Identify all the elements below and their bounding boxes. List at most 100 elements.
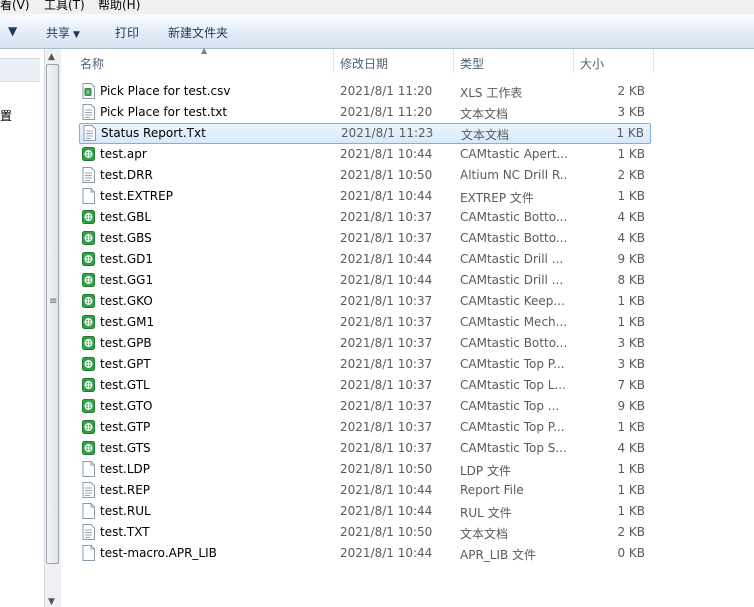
- file-date: 2021/8/1 10:37: [340, 420, 433, 434]
- file-size: 1 KB: [617, 483, 645, 497]
- share-button[interactable]: 共享 ▼: [46, 24, 80, 41]
- camtastic-icon: [82, 146, 95, 162]
- file-row[interactable]: test.GTL 2021/8/1 10:37 CAMtastic Top L...…: [79, 375, 651, 396]
- file-date: 2021/8/1 10:37: [340, 399, 433, 413]
- file-row[interactable]: test.GBL 2021/8/1 10:37 CAMtastic Botto...…: [79, 207, 651, 228]
- file-size: 4 KB: [617, 210, 645, 224]
- file-date: 2021/8/1 10:44: [340, 483, 433, 497]
- scrollbar-thumb[interactable]: ≡: [46, 64, 59, 564]
- file-name: Pick Place for test.txt: [100, 105, 228, 119]
- file-date: 2021/8/1 10:50: [340, 168, 433, 182]
- file-name: test.GTO: [100, 399, 153, 413]
- camtastic-icon: [82, 314, 95, 330]
- file-type: CAMtastic Top P...: [460, 420, 565, 434]
- menu-help[interactable]: 帮助(H): [98, 0, 140, 13]
- file-type: 文本文档: [460, 107, 509, 121]
- navigation-pane: 置: [0, 49, 44, 607]
- file-name: Status Report.Txt: [101, 126, 206, 140]
- file-row[interactable]: Status Report.Txt 2021/8/1 11:23 文本文档 1 KB: [79, 123, 651, 144]
- file-size: 9 KB: [617, 252, 645, 266]
- file-size: 3 KB: [617, 105, 645, 119]
- file-size: 9 KB: [617, 399, 645, 413]
- file-row[interactable]: test.GTP 2021/8/1 10:37 CAMtastic Top P...…: [79, 417, 651, 438]
- file-size: 1 KB: [617, 294, 645, 308]
- file-name: Pick Place for test.csv: [100, 84, 231, 98]
- column-divider[interactable]: [453, 49, 454, 73]
- file-type: 文本文档: [460, 527, 509, 541]
- file-name: test.GM1: [100, 315, 155, 329]
- file-type: CAMtastic Apert...: [460, 147, 568, 161]
- file-name: test.GBS: [100, 231, 152, 245]
- file-row[interactable]: test.TXT 2021/8/1 10:50 文本文档 2 KB: [79, 522, 651, 543]
- file-date: 2021/8/1 10:44: [340, 252, 433, 266]
- camtastic-icon: [82, 209, 95, 225]
- menu-bar: 看(V) 工具(T) 帮助(H): [0, 0, 754, 14]
- blank-file-icon: [82, 503, 95, 519]
- file-type: CAMtastic Botto...: [460, 231, 568, 245]
- organize-dropdown-arrow[interactable]: ▼: [8, 24, 17, 38]
- file-row[interactable]: X Pick Place for test.csv 2021/8/1 11:20 XL…: [79, 81, 651, 102]
- scroll-up-arrow-icon[interactable]: ▲: [48, 52, 55, 62]
- file-row[interactable]: test.GPB 2021/8/1 10:37 CAMtastic Botto...…: [79, 333, 651, 354]
- file-row[interactable]: test.GPT 2021/8/1 10:37 CAMtastic Top P...…: [79, 354, 651, 375]
- file-row[interactable]: test.RUL 2021/8/1 10:44 RUL 文件 1 KB: [79, 501, 651, 522]
- file-type: CAMtastic Botto...: [460, 210, 568, 224]
- column-date[interactable]: 修改日期: [340, 55, 388, 72]
- file-name: test.GBL: [100, 210, 152, 224]
- menu-tools[interactable]: 工具(T): [44, 0, 85, 13]
- menu-view[interactable]: 看(V): [0, 0, 30, 13]
- file-date: 2021/8/1 10:37: [340, 231, 433, 245]
- file-row[interactable]: test.GTO 2021/8/1 10:37 CAMtastic Top ... 9…: [79, 396, 651, 417]
- column-type[interactable]: 类型: [460, 55, 484, 72]
- column-divider[interactable]: [573, 49, 574, 73]
- file-name: test.RUL: [100, 504, 151, 518]
- nav-selected-item[interactable]: [0, 58, 40, 82]
- scroll-down-arrow-icon[interactable]: ▼: [48, 597, 55, 607]
- column-name[interactable]: 名称: [80, 55, 104, 72]
- file-size: 1 KB: [617, 462, 645, 476]
- file-row[interactable]: test.GG1 2021/8/1 10:44 CAMtastic Drill ..…: [79, 270, 651, 291]
- camtastic-icon: [82, 251, 95, 267]
- camtastic-icon: [82, 377, 95, 393]
- file-type: CAMtastic Top P...: [460, 357, 565, 371]
- text-file-icon: [82, 104, 95, 120]
- file-row[interactable]: test.GTS 2021/8/1 10:37 CAMtastic Top S...…: [79, 438, 651, 459]
- file-row[interactable]: test.DRR 2021/8/1 10:50 Altium NC Drill R.…: [79, 165, 651, 186]
- file-row[interactable]: test.REP 2021/8/1 10:44 Report File 1 KB: [79, 480, 651, 501]
- new-folder-button[interactable]: 新建文件夹: [168, 24, 228, 41]
- file-date: 2021/8/1 10:44: [340, 273, 433, 287]
- file-date: 2021/8/1 10:50: [340, 525, 433, 539]
- file-row[interactable]: test.GM1 2021/8/1 10:37 CAMtastic Mech... 1…: [79, 312, 651, 333]
- navigation-scrollbar[interactable]: ▲ ≡ ▼: [44, 49, 62, 607]
- file-row[interactable]: Pick Place for test.txt 2021/8/1 11:20 文本文…: [79, 102, 651, 123]
- camtastic-icon: [82, 440, 95, 456]
- column-divider[interactable]: [653, 49, 654, 73]
- file-name: test.GKO: [100, 294, 153, 308]
- file-row[interactable]: test-macro.APR_LIB 2021/8/1 10:44 APR_LIB …: [79, 543, 651, 564]
- camtastic-icon: [82, 398, 95, 414]
- file-date: 2021/8/1 11:23: [341, 126, 434, 140]
- file-row[interactable]: test.apr 2021/8/1 10:44 CAMtastic Apert...…: [79, 144, 651, 165]
- file-row[interactable]: test.EXTREP 2021/8/1 10:44 EXTREP 文件 1 KB: [79, 186, 651, 207]
- column-size[interactable]: 大小: [580, 55, 604, 72]
- file-date: 2021/8/1 10:37: [340, 336, 433, 350]
- file-size: 2 KB: [617, 525, 645, 539]
- column-divider[interactable]: [333, 49, 334, 73]
- nav-item-label[interactable]: 置: [0, 107, 12, 124]
- blank-file-icon: [82, 545, 95, 561]
- file-size: 1 KB: [616, 126, 644, 140]
- text-file-icon: [82, 524, 95, 540]
- file-row[interactable]: test.LDP 2021/8/1 10:50 LDP 文件 1 KB: [79, 459, 651, 480]
- file-size: 1 KB: [617, 189, 645, 203]
- file-date: 2021/8/1 11:20: [340, 84, 433, 98]
- file-row[interactable]: test.GKO 2021/8/1 10:37 CAMtastic Keep... 1…: [79, 291, 651, 312]
- file-row[interactable]: test.GBS 2021/8/1 10:37 CAMtastic Botto...…: [79, 228, 651, 249]
- print-button[interactable]: 打印: [115, 24, 139, 41]
- file-name: test.REP: [100, 483, 151, 497]
- file-type: CAMtastic Top L...: [460, 378, 566, 392]
- file-type: 文本文档: [461, 128, 510, 142]
- file-row[interactable]: test.GD1 2021/8/1 10:44 CAMtastic Drill ..…: [79, 249, 651, 270]
- blank-file-icon: [82, 188, 95, 204]
- file-size: 2 KB: [617, 84, 645, 98]
- file-name: test.apr: [100, 147, 147, 161]
